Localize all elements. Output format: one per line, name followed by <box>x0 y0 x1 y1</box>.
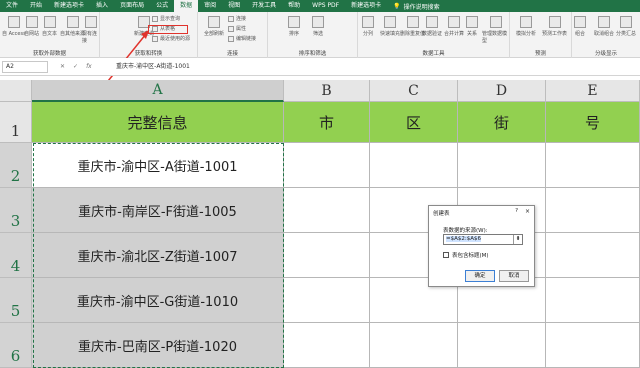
sheet-grid: A B C D E 1 2 3 4 5 6 完整信息 市 区 街 号 重庆市-渝… <box>0 80 640 368</box>
enter-icon[interactable]: ✓ <box>73 61 78 73</box>
create-table-dialog: 创建表 ? × 表数据的来源(W): =$A$2:$A$6 ⬍ 表包含标题(M)… <box>428 205 535 287</box>
column-header-e[interactable]: E <box>546 80 640 102</box>
column-header-c[interactable]: C <box>370 80 458 102</box>
column-header-d[interactable]: D <box>458 80 546 102</box>
cell-a4[interactable]: 重庆市-渝北区-Z街道-1007 <box>32 233 284 278</box>
column-header-b[interactable]: B <box>284 80 370 102</box>
cell-e4[interactable] <box>546 233 640 278</box>
cell-a2[interactable]: 重庆市-渝中区-A街道-1001 <box>32 143 284 188</box>
row-header-1[interactable]: 1 <box>0 102 32 143</box>
cell-a3[interactable]: 重庆市-南岸区-F街道-1005 <box>32 188 284 233</box>
cell-d6[interactable] <box>458 323 546 368</box>
cancel-button[interactable]: 取消 <box>499 270 529 282</box>
header-cell-street[interactable]: 街 <box>458 102 546 143</box>
cell-e3[interactable] <box>546 188 640 233</box>
range-value: =$A$2:$A$6 <box>446 236 481 242</box>
row-header-6[interactable]: 6 <box>0 323 32 368</box>
checkbox-box[interactable] <box>443 252 449 258</box>
dialog-title: 创建表 <box>433 211 450 217</box>
has-headers-checkbox[interactable]: 表包含标题(M) <box>443 251 489 259</box>
collapse-range-icon[interactable]: ⬍ <box>513 235 522 244</box>
header-cell-district[interactable]: 区 <box>370 102 458 143</box>
select-all-corner[interactable] <box>0 80 32 102</box>
range-input[interactable]: =$A$2:$A$6 ⬍ <box>443 234 523 245</box>
formula-bar: A2 ✕ ✓ fx 重庆市-渝中区-A街道-1001 <box>0 58 640 76</box>
cell-d2[interactable] <box>458 143 546 188</box>
cell-b6[interactable] <box>284 323 370 368</box>
help-icon[interactable]: ? <box>515 208 518 214</box>
cell-b3[interactable] <box>284 188 370 233</box>
row-header-3[interactable]: 3 <box>0 188 32 233</box>
fx-icon[interactable]: fx <box>86 61 92 73</box>
cell-b2[interactable] <box>284 143 370 188</box>
excel-window: 文件 开始 新建选项卡 插入 页面布局 公式 数据 审阅 视图 开发工具 帮助 … <box>0 0 640 368</box>
source-label: 表数据的来源(W): <box>443 228 488 234</box>
header-cell-city[interactable]: 市 <box>284 102 370 143</box>
cell-e2[interactable] <box>546 143 640 188</box>
cell-c2[interactable] <box>370 143 458 188</box>
row-header-4[interactable]: 4 <box>0 233 32 278</box>
row-header-5[interactable]: 5 <box>0 278 32 323</box>
cell-a5[interactable]: 重庆市-渝中区-G街道-1010 <box>32 278 284 323</box>
close-icon[interactable]: × <box>525 208 530 215</box>
cell-e5[interactable] <box>546 278 640 323</box>
row-header-2[interactable]: 2 <box>0 143 32 188</box>
name-box[interactable]: A2 <box>2 61 48 73</box>
cell-b4[interactable] <box>284 233 370 278</box>
ok-button[interactable]: 确定 <box>465 270 495 282</box>
cell-b5[interactable] <box>284 278 370 323</box>
cell-a6[interactable]: 重庆市-巴南区-P街道-1020 <box>32 323 284 368</box>
cancel-icon[interactable]: ✕ <box>60 61 65 73</box>
cell-e6[interactable] <box>546 323 640 368</box>
cell-c6[interactable] <box>370 323 458 368</box>
column-header-a[interactable]: A <box>32 80 284 102</box>
has-headers-label: 表包含标题(M) <box>452 253 489 259</box>
header-cell-full-info[interactable]: 完整信息 <box>32 102 284 143</box>
formula-input[interactable]: 重庆市-渝中区-A街道-1001 <box>116 61 190 73</box>
header-cell-number[interactable]: 号 <box>546 102 640 143</box>
formula-bar-icons: ✕ ✓ fx <box>60 61 92 73</box>
